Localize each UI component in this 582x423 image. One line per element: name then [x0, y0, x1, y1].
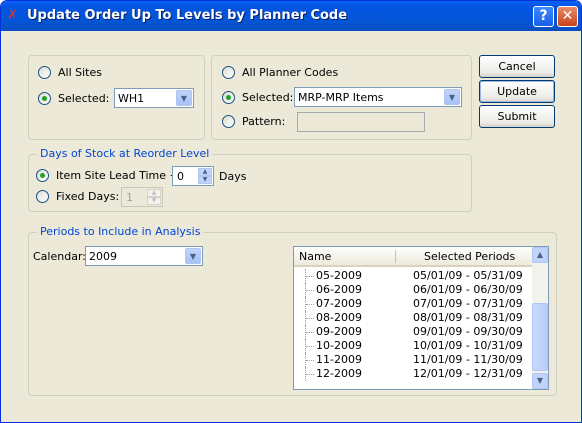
list-item[interactable]: 12-2009 12/01/09 - 12/31/09: [294, 367, 532, 381]
scroll-up-icon[interactable]: ▲: [532, 247, 548, 263]
tree-branch-icon: [305, 297, 315, 311]
lead-time-label: Item Site Lead Time +: [56, 169, 179, 182]
column-header-name[interactable]: Name: [299, 250, 331, 263]
window-title: Update Order Up To Levels by Planner Cod…: [27, 8, 348, 23]
spin-down-icon: ▼: [147, 197, 161, 205]
radio-icon: [38, 66, 51, 79]
sites-group: All Sites Selected: WH1 ▼: [28, 55, 205, 140]
periods-list[interactable]: Name Selected Periods 05-2009 05/01/09 - …: [293, 246, 549, 390]
list-header: Name Selected Periods: [294, 247, 532, 267]
days-of-stock-legend: Days of Stock at Reorder Level: [37, 147, 213, 160]
period-range: 12/01/09 - 12/31/09: [413, 367, 523, 380]
period-name: 07-2009: [316, 297, 362, 310]
fixed-days-spinner: 1 ▲ ▼: [121, 187, 163, 207]
planner-code-value: MRP-MRP Items: [298, 91, 384, 104]
days-of-stock-group: Days of Stock at Reorder Level Item Site…: [28, 147, 472, 212]
site-combo-value: WH1: [118, 92, 145, 105]
list-item[interactable]: 06-2009 06/01/09 - 06/30/09: [294, 283, 532, 297]
spin-up-icon: ▲: [147, 189, 161, 197]
tree-branch-icon: [305, 269, 315, 283]
period-name: 05-2009: [316, 269, 362, 282]
radio-icon: [222, 115, 235, 128]
selected-planner-label: Selected:: [242, 91, 294, 104]
period-range: 10/01/09 - 10/31/09: [413, 339, 523, 352]
fixed-days-label: Fixed Days:: [56, 190, 120, 203]
calendar-combo[interactable]: 2009 ▼: [85, 246, 203, 266]
pattern-radio[interactable]: Pattern:: [222, 115, 285, 128]
all-sites-label: All Sites: [58, 66, 102, 79]
vertical-scrollbar[interactable]: ▲ ▼: [532, 247, 548, 389]
list-item[interactable]: 08-2009 08/01/09 - 08/31/09: [294, 311, 532, 325]
cancel-button[interactable]: Cancel: [479, 55, 555, 78]
app-icon: ✗: [7, 8, 18, 23]
period-range: 07/01/09 - 07/31/09: [413, 297, 523, 310]
calendar-label: Calendar:: [33, 250, 86, 263]
site-combo[interactable]: WH1 ▼: [114, 88, 194, 108]
fixed-days-value: 1: [126, 191, 133, 204]
chevron-down-icon[interactable]: ▼: [444, 89, 460, 105]
radio-icon: [222, 66, 235, 79]
radio-checked-icon: [36, 169, 49, 182]
period-name: 06-2009: [316, 283, 362, 296]
title-bar[interactable]: ✗ Update Order Up To Levels by Planner C…: [1, 1, 581, 31]
dialog-window: ✗ Update Order Up To Levels by Planner C…: [0, 0, 582, 423]
scroll-down-icon[interactable]: ▼: [532, 373, 548, 389]
list-item[interactable]: 09-2009 09/01/09 - 09/30/09: [294, 325, 532, 339]
all-planner-codes-radio[interactable]: All Planner Codes: [222, 66, 338, 79]
submit-button[interactable]: Submit: [479, 105, 555, 128]
tree-branch-icon: [305, 325, 315, 339]
periods-legend: Periods to Include in Analysis: [37, 225, 204, 238]
radio-icon: [36, 190, 49, 203]
scroll-thumb[interactable]: [532, 303, 548, 371]
all-sites-radio[interactable]: All Sites: [38, 66, 102, 79]
selected-site-label: Selected:: [58, 92, 110, 105]
update-button[interactable]: Update: [479, 80, 555, 103]
list-item[interactable]: 10-2009 10/01/09 - 10/31/09: [294, 339, 532, 353]
period-name: 08-2009: [316, 311, 362, 324]
spin-down-icon[interactable]: ▼: [198, 176, 212, 184]
calendar-value: 2009: [89, 250, 117, 263]
radio-checked-icon: [222, 91, 235, 104]
all-planner-codes-label: All Planner Codes: [242, 66, 339, 79]
period-name: 12-2009: [316, 367, 362, 380]
pattern-input[interactable]: [297, 112, 425, 132]
column-header-selected-periods[interactable]: Selected Periods: [424, 250, 515, 263]
lead-time-days-spinner[interactable]: 0 ▲ ▼: [172, 166, 214, 186]
period-name: 10-2009: [316, 339, 362, 352]
lead-time-days-value: 0: [177, 170, 184, 183]
period-range: 11/01/09 - 11/30/09: [413, 353, 523, 366]
planner-code-group: All Planner Codes Selected: MRP-MRP Item…: [211, 55, 472, 140]
selected-site-radio[interactable]: Selected:: [38, 92, 109, 105]
period-range: 05/01/09 - 05/31/09: [413, 269, 523, 282]
list-item[interactable]: 11-2009 11/01/09 - 11/30/09: [294, 353, 532, 367]
fixed-days-radio[interactable]: Fixed Days:: [36, 190, 119, 203]
chevron-down-icon[interactable]: ▼: [176, 90, 192, 106]
tree-branch-icon: [305, 353, 315, 367]
radio-checked-icon: [38, 92, 51, 105]
spin-up-icon[interactable]: ▲: [198, 168, 212, 176]
pattern-label: Pattern:: [242, 115, 286, 128]
help-button[interactable]: ?: [533, 6, 554, 27]
planner-code-combo[interactable]: MRP-MRP Items ▼: [294, 87, 462, 107]
period-name: 09-2009: [316, 325, 362, 338]
days-unit-label: Days: [219, 170, 247, 183]
tree-branch-icon: [305, 339, 315, 353]
period-range: 08/01/09 - 08/31/09: [413, 311, 523, 324]
selected-planner-radio[interactable]: Selected:: [222, 91, 293, 104]
list-item[interactable]: 07-2009 07/01/09 - 07/31/09: [294, 297, 532, 311]
tree-branch-icon: [305, 283, 315, 297]
close-button[interactable]: ✕: [557, 6, 578, 27]
tree-branch-icon: [305, 367, 315, 381]
period-name: 11-2009: [316, 353, 362, 366]
list-item[interactable]: 05-2009 05/01/09 - 05/31/09: [294, 269, 532, 283]
lead-time-radio[interactable]: Item Site Lead Time +: [36, 169, 179, 182]
column-divider[interactable]: [395, 250, 396, 263]
chevron-down-icon[interactable]: ▼: [185, 248, 201, 264]
tree-branch-icon: [305, 311, 315, 325]
period-range: 09/01/09 - 09/30/09: [413, 325, 523, 338]
period-range: 06/01/09 - 06/30/09: [413, 283, 523, 296]
